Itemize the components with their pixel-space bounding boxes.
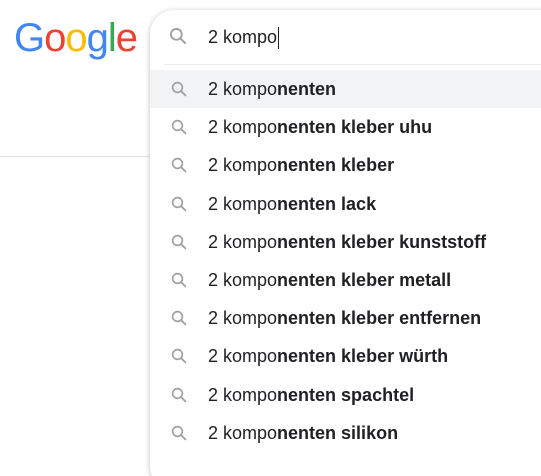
suggestion-completion: nenten silikon <box>277 422 399 443</box>
suggestion-completion: nenten kleber würth <box>277 346 449 367</box>
search-icon <box>171 272 187 288</box>
suggestion-separator <box>164 64 541 65</box>
suggestion-text: 2 komponenten kleber entfernen <box>208 299 481 337</box>
logo-letter: l <box>107 16 117 60</box>
suggestion-item[interactable]: 2 komponenten silikon <box>150 414 541 452</box>
suggestion-text: 2 komponenten <box>208 70 336 108</box>
search-icon <box>171 310 187 326</box>
search-icon <box>171 158 187 173</box>
logo-letter: G <box>14 16 45 60</box>
suggestion-completion: nenten <box>277 79 337 99</box>
logo-letter: o <box>44 16 66 60</box>
search-input[interactable]: 2 kompo <box>208 10 280 64</box>
search-box: 2 kompo 2 komponenten 2 komponenten klebe… <box>150 10 541 476</box>
suggestion-typed: 2 kompo <box>208 79 278 99</box>
suggestion-completion: nenten kleber entfernen <box>277 308 482 329</box>
search-icon <box>171 349 187 364</box>
suggestion-text: 2 komponenten silikon <box>208 414 398 452</box>
suggestion-completion: nenten lack <box>277 193 377 214</box>
suggestion-typed: 2 kompo <box>208 422 278 443</box>
search-icon <box>171 119 187 135</box>
suggestion-item[interactable]: 2 komponenten spachtel <box>150 376 541 414</box>
suggestion-item[interactable]: 2 komponenten kleber würth <box>150 337 541 375</box>
suggestion-typed: 2 kompo <box>208 346 278 367</box>
suggestion-text: 2 komponenten lack <box>208 185 376 223</box>
logo-letter: e <box>115 16 138 60</box>
suggestion-text: 2 komponenten spachtel <box>208 376 414 414</box>
search-query-text: 2 kompo <box>208 27 278 47</box>
suggestion-text: 2 komponenten kleber uhu <box>208 108 432 146</box>
suggestion-text: 2 komponenten kleber kunststoff <box>208 223 486 261</box>
text-cursor <box>278 27 280 50</box>
logo-letter: o <box>65 16 87 60</box>
suggestion-text: 2 komponenten kleber würth <box>208 337 448 375</box>
suggestion-completion: nenten kleber <box>277 155 395 176</box>
search-input-row[interactable]: 2 kompo <box>150 10 541 66</box>
suggestion-item[interactable]: 2 komponenten kleber kunststoff <box>150 223 541 261</box>
suggestion-typed: 2 kompo <box>208 155 278 176</box>
suggestion-item[interactable]: 2 komponenten lack <box>150 185 541 223</box>
suggestion-completion: nenten spachtel <box>277 384 415 405</box>
search-icon <box>171 196 187 211</box>
search-icon <box>171 387 187 402</box>
search-icon <box>171 234 187 250</box>
google-logo[interactable]: Google <box>14 14 138 62</box>
suggestion-item[interactable]: 2 komponenten kleber uhu <box>150 108 541 146</box>
suggestion-text: 2 komponenten kleber metall <box>208 261 451 299</box>
suggestion-completion: nenten kleber metall <box>277 269 452 290</box>
suggestion-typed: 2 kompo <box>208 269 278 290</box>
suggestion-typed: 2 kompo <box>208 384 278 405</box>
search-icon <box>171 425 187 440</box>
suggestion-item[interactable]: 2 komponenten kleber <box>150 146 541 184</box>
google-search-page: Google 2 kompo 2 komponenten 2 komponente… <box>0 0 541 476</box>
suggestion-item[interactable]: 2 komponenten <box>150 70 541 109</box>
suggestion-completion: nenten kleber uhu <box>277 117 433 138</box>
logo-letter: g <box>86 16 109 60</box>
search-icon <box>171 81 187 97</box>
header-divider <box>0 156 150 157</box>
suggestion-typed: 2 kompo <box>208 308 278 329</box>
suggestion-typed: 2 kompo <box>208 117 278 138</box>
suggestion-typed: 2 kompo <box>208 231 278 252</box>
suggestion-typed: 2 kompo <box>208 193 278 214</box>
suggestion-item[interactable]: 2 komponenten kleber entfernen <box>150 299 541 337</box>
suggestion-list: 2 komponenten 2 komponenten kleber uhu 2 k… <box>150 70 541 452</box>
suggestion-completion: nenten kleber kunststoff <box>277 231 487 252</box>
suggestion-text: 2 komponenten kleber <box>208 146 394 184</box>
suggestion-item[interactable]: 2 komponenten kleber metall <box>150 261 541 299</box>
search-icon <box>170 28 187 45</box>
